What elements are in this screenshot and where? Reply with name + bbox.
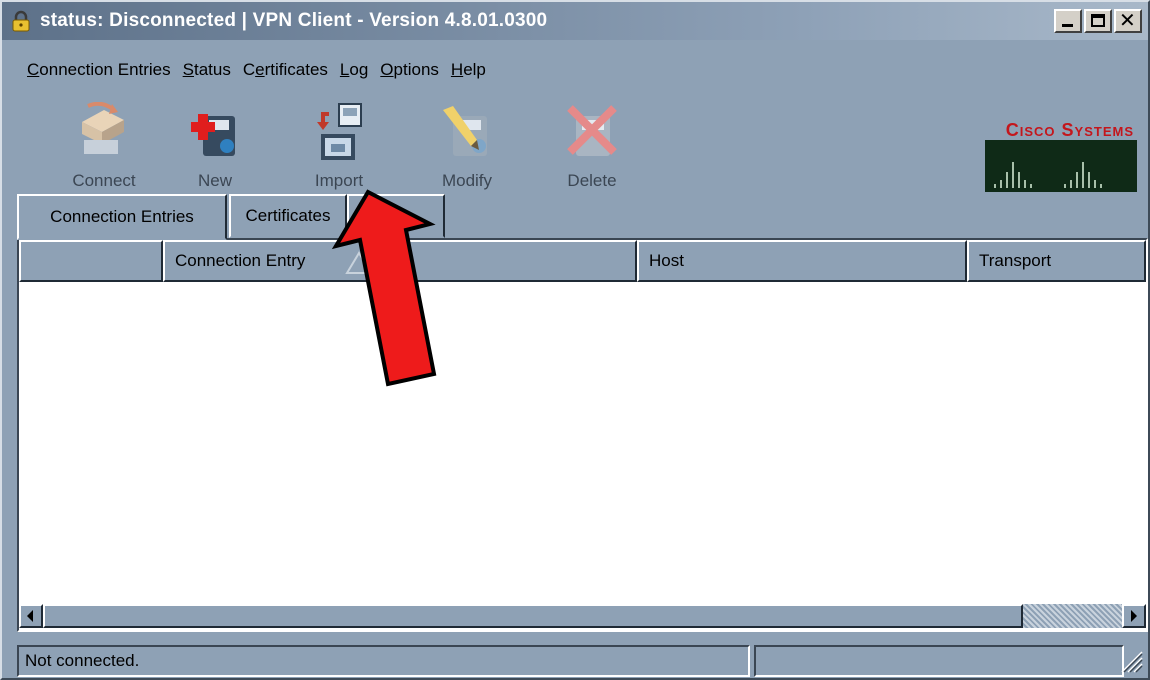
status-text-panel: Not connected. xyxy=(17,645,750,677)
connect-icon xyxy=(82,101,124,154)
new-button[interactable]: New xyxy=(170,102,260,191)
maximize-button[interactable] xyxy=(1084,9,1112,33)
title-bar[interactable]: status: Disconnected | VPN Client - Vers… xyxy=(2,2,1148,40)
scroll-left-button[interactable] xyxy=(19,604,43,628)
menu-label: Connection Entries xyxy=(27,60,171,79)
menu-accelerator: O xyxy=(380,60,394,79)
menu-accelerator: e xyxy=(255,60,265,79)
import-label: Import xyxy=(314,171,364,190)
new-label: New xyxy=(197,171,232,190)
column-label: Host xyxy=(649,251,684,270)
tab-label: Certificates xyxy=(245,206,331,225)
scroll-thumb[interactable] xyxy=(43,604,1023,628)
modify-icon xyxy=(443,106,487,156)
toolbar: Connect New Import Modify Delete xyxy=(2,101,1148,191)
column-header-host[interactable]: Host xyxy=(637,240,967,282)
arrow-right-icon xyxy=(1131,610,1137,622)
menu-label: Certificates xyxy=(242,60,328,79)
delete-label: Delete xyxy=(567,171,617,190)
menu-accelerator: L xyxy=(339,60,350,79)
menu-label: Options xyxy=(380,60,439,79)
delete-icon xyxy=(567,105,617,156)
column-header-connection-entry[interactable]: Connection Entry xyxy=(163,240,637,282)
connection-list[interactable]: Connection Entry Host Transport xyxy=(17,238,1148,632)
horizontal-scrollbar[interactable] xyxy=(19,604,1146,628)
new-icon xyxy=(191,114,235,156)
menu-certificates[interactable]: Certificates xyxy=(243,60,328,90)
resize-grip-icon[interactable] xyxy=(1118,648,1144,674)
vpn-client-window: status: Disconnected | VPN Client - Vers… xyxy=(0,0,1150,680)
close-icon: ✕ xyxy=(1119,8,1136,32)
column-label: Transport xyxy=(979,251,1052,270)
import-icon xyxy=(317,103,362,160)
column-header-transport[interactable]: Transport xyxy=(967,240,1146,282)
menu-help[interactable]: Help xyxy=(451,60,486,90)
menu-accelerator: H xyxy=(450,60,464,79)
menu-label: Log xyxy=(339,60,369,79)
cisco-wordmark: Cisco Systems xyxy=(1005,120,1134,140)
menu-status[interactable]: Status xyxy=(183,60,231,90)
import-button[interactable]: Import xyxy=(294,102,384,191)
tab-connection-entries[interactable]: Connection Entries xyxy=(17,194,227,240)
status-text: Not connected. xyxy=(25,651,140,670)
arrow-left-icon xyxy=(27,610,33,622)
menu-connection-entries[interactable]: Connection Entries xyxy=(27,60,171,90)
modify-label: Modify xyxy=(441,171,493,190)
sort-ascending-icon xyxy=(345,251,373,274)
lock-icon xyxy=(12,10,30,32)
tab-log[interactable]: Log xyxy=(347,194,445,238)
menu-accelerator: C xyxy=(27,60,40,79)
modify-button[interactable]: Modify xyxy=(422,102,512,191)
minimize-button[interactable] xyxy=(1054,9,1082,33)
connect-label: Connect xyxy=(72,171,136,190)
window-controls: ✕ xyxy=(1054,8,1142,33)
delete-button[interactable]: Delete xyxy=(547,102,637,191)
cisco-logo xyxy=(985,140,1137,192)
tab-certificates[interactable]: Certificates xyxy=(229,194,347,238)
column-label: Connection Entry xyxy=(175,251,306,270)
tab-label: Log xyxy=(381,206,411,225)
menu-log[interactable]: Log xyxy=(340,60,368,90)
menu-accelerator: S xyxy=(182,60,194,79)
menu-label: Status xyxy=(182,60,231,79)
maximize-icon xyxy=(1091,14,1105,27)
list-header: Connection Entry Host Transport xyxy=(19,240,1146,282)
menu-bar: Connection Entries Status Certificates L… xyxy=(2,60,498,90)
window-title: status: Disconnected | VPN Client - Vers… xyxy=(40,10,548,31)
close-button[interactable]: ✕ xyxy=(1114,8,1142,33)
scroll-track[interactable] xyxy=(1023,604,1122,628)
scroll-right-button[interactable] xyxy=(1122,604,1146,628)
connect-button[interactable]: Connect xyxy=(59,101,149,191)
column-header-icon[interactable] xyxy=(19,240,163,282)
menu-label: Help xyxy=(450,60,486,79)
status-secondary-panel xyxy=(754,645,1124,677)
minimize-icon xyxy=(1062,24,1073,27)
tab-label: Connection Entries xyxy=(50,207,194,226)
menu-options[interactable]: Options xyxy=(380,60,439,90)
